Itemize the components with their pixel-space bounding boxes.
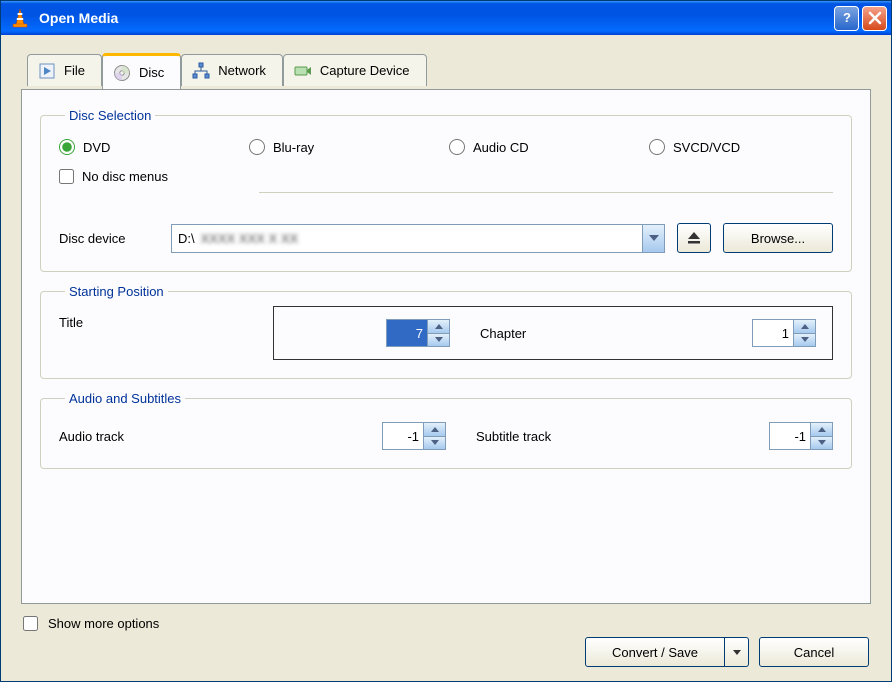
title-spin-up[interactable] — [428, 320, 449, 334]
audio-track-input[interactable] — [383, 423, 423, 449]
client-area: File Disc Network Capture Device — [1, 35, 891, 681]
dialog-buttons: Convert / Save Cancel — [21, 631, 871, 667]
audio-subtitles-group: Audio and Subtitles Audio track — [40, 391, 852, 469]
no-disc-menus-label: No disc menus — [82, 169, 168, 184]
disc-device-label: Disc device — [59, 231, 159, 246]
disc-selection-legend: Disc Selection — [65, 108, 155, 123]
vlc-cone-icon — [9, 7, 31, 29]
close-button[interactable] — [862, 6, 887, 31]
disc-selection-group: Disc Selection DVD Blu-ray Audio CD — [40, 108, 852, 272]
chapter-label: Chapter — [480, 326, 752, 341]
eject-icon — [686, 231, 702, 245]
title-spinner[interactable] — [386, 319, 450, 347]
cancel-label: Cancel — [794, 645, 834, 660]
disc-icon — [113, 64, 131, 82]
tab-capture[interactable]: Capture Device — [283, 54, 427, 86]
tab-network-label: Network — [218, 63, 266, 78]
chapter-spinner[interactable] — [752, 319, 816, 347]
audio-subtitles-legend: Audio and Subtitles — [65, 391, 185, 406]
convert-save-dropdown[interactable] — [725, 637, 749, 667]
audio-track-spinner[interactable] — [382, 422, 446, 450]
radio-audiocd-input[interactable] — [449, 139, 465, 155]
tab-panel-disc: Disc Selection DVD Blu-ray Audio CD — [21, 89, 871, 604]
disc-device-combo[interactable]: D:\ XXXX XXX X XX — [171, 224, 665, 253]
subtitle-spin-down[interactable] — [811, 437, 832, 450]
tab-disc[interactable]: Disc — [102, 53, 181, 89]
subtitle-spin-up[interactable] — [811, 423, 832, 437]
tab-capture-label: Capture Device — [320, 63, 410, 78]
file-icon — [38, 62, 56, 80]
no-disc-menus-checkbox[interactable] — [59, 169, 74, 184]
radio-bluray-input[interactable] — [249, 139, 265, 155]
audio-spin-up[interactable] — [424, 423, 445, 437]
radio-bluray[interactable]: Blu-ray — [249, 139, 449, 155]
browse-button[interactable]: Browse... — [723, 223, 833, 253]
radio-svcd-label: SVCD/VCD — [673, 140, 740, 155]
chapter-spin-up[interactable] — [794, 320, 815, 334]
cancel-button[interactable]: Cancel — [759, 637, 869, 667]
convert-save-split-button[interactable]: Convert / Save — [585, 637, 749, 667]
no-disc-menus-row: No disc menus — [59, 169, 833, 184]
chevron-down-icon[interactable] — [642, 225, 664, 252]
tab-disc-label: Disc — [139, 65, 164, 80]
browse-button-label: Browse... — [751, 231, 805, 246]
divider — [259, 192, 833, 193]
radio-dvd-input[interactable] — [59, 139, 75, 155]
tab-strip: File Disc Network Capture Device — [21, 53, 871, 89]
starting-position-legend: Starting Position — [65, 284, 168, 299]
chapter-spin-down[interactable] — [794, 334, 815, 347]
starting-position-group: Starting Position Title — [40, 284, 852, 379]
subtitle-track-input[interactable] — [770, 423, 810, 449]
radio-audiocd-label: Audio CD — [473, 140, 529, 155]
svg-text:?: ? — [843, 10, 851, 25]
subtitle-track-label: Subtitle track — [476, 429, 769, 444]
convert-save-button[interactable]: Convert / Save — [585, 637, 725, 667]
radio-dvd-label: DVD — [83, 140, 110, 155]
disc-device-row: Disc device D:\ XXXX XXX X XX — [59, 223, 833, 253]
show-more-checkbox[interactable] — [23, 616, 38, 631]
title-spin-down[interactable] — [428, 334, 449, 347]
chapter-input[interactable] — [753, 320, 793, 346]
radio-svcd-input[interactable] — [649, 139, 665, 155]
window-title: Open Media — [39, 10, 831, 26]
eject-button[interactable] — [677, 223, 711, 253]
disc-device-value-prefix: D:\ — [172, 231, 195, 246]
disc-device-value: XXXX XXX X XX — [195, 231, 642, 246]
network-icon — [192, 62, 210, 80]
radio-audiocd[interactable]: Audio CD — [449, 139, 649, 155]
tab-file[interactable]: File — [27, 54, 102, 86]
help-button[interactable]: ? — [834, 6, 859, 31]
tab-network[interactable]: Network — [181, 54, 283, 86]
disc-type-radios: DVD Blu-ray Audio CD SVCD/VCD — [59, 139, 833, 155]
radio-svcd[interactable]: SVCD/VCD — [649, 139, 740, 155]
capture-icon — [294, 62, 312, 80]
show-more-label: Show more options — [48, 616, 159, 631]
subtitle-track-spinner[interactable] — [769, 422, 833, 450]
radio-bluray-label: Blu-ray — [273, 140, 314, 155]
tab-file-label: File — [64, 63, 85, 78]
convert-save-label: Convert / Save — [612, 645, 698, 660]
audio-spin-down[interactable] — [424, 437, 445, 450]
audio-track-label: Audio track — [59, 429, 382, 444]
open-media-dialog: Open Media ? File Disc — [0, 0, 892, 682]
radio-dvd[interactable]: DVD — [59, 139, 249, 155]
title-input[interactable] — [387, 320, 427, 346]
titlebar[interactable]: Open Media ? — [1, 1, 891, 35]
dialog-footer: Show more options — [21, 604, 871, 631]
